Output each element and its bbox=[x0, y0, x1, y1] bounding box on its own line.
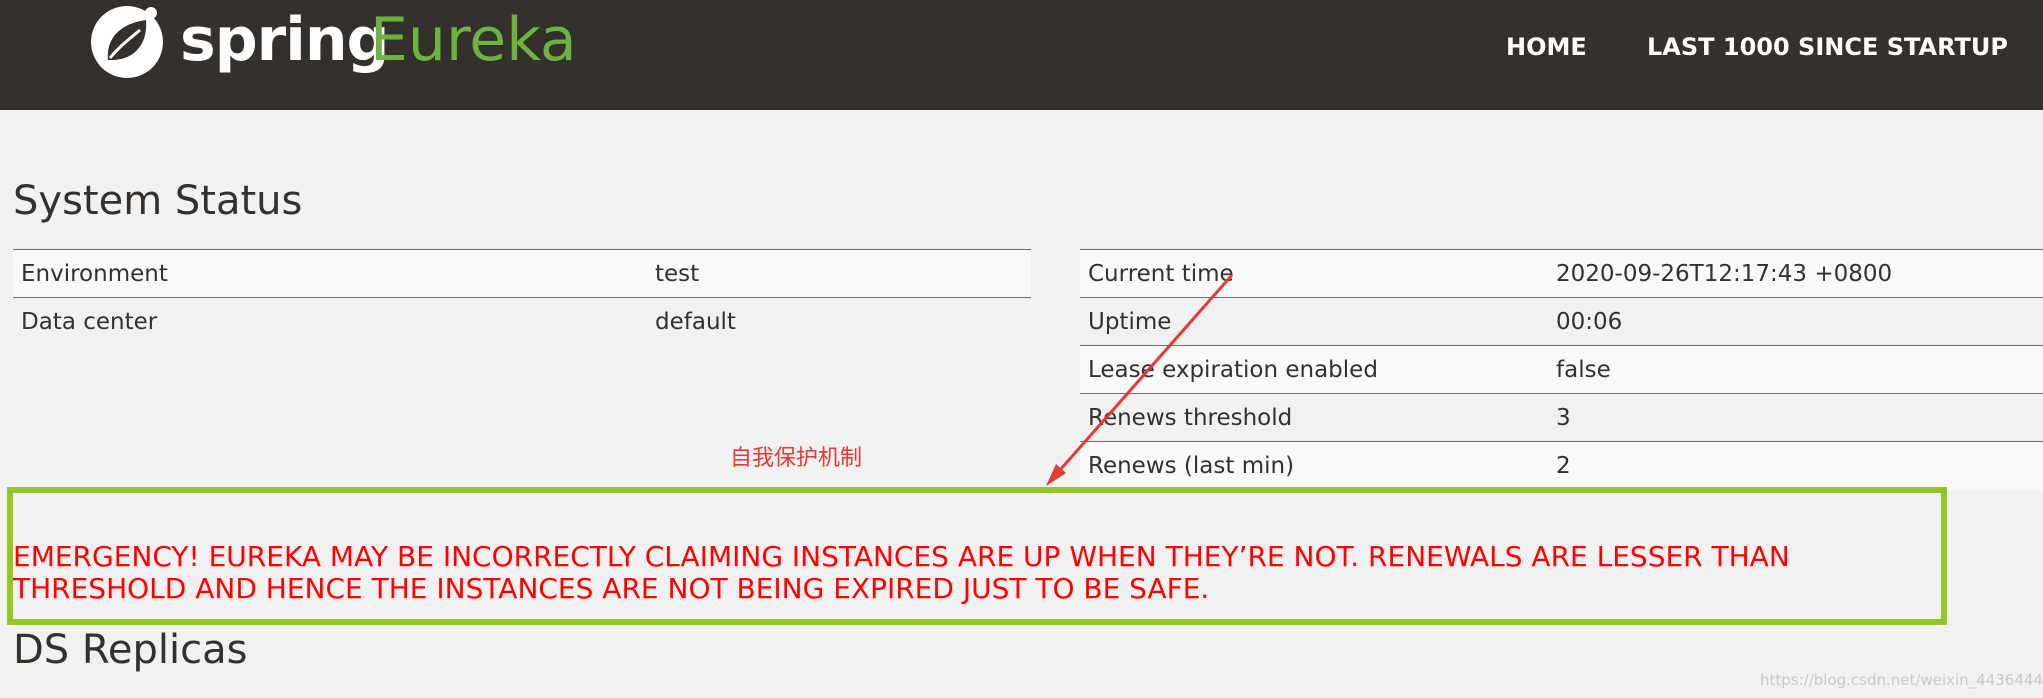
row-key: Uptime bbox=[1080, 297, 1548, 346]
spring-leaf-logo-icon[interactable] bbox=[88, 2, 166, 80]
brand-eureka-text[interactable]: Eureka bbox=[370, 2, 577, 78]
row-value: 00:06 bbox=[1548, 297, 2043, 346]
table-row: Renews threshold 3 bbox=[1080, 393, 2043, 442]
row-value: default bbox=[647, 297, 1031, 346]
table-row: Uptime 00:06 bbox=[1080, 297, 2043, 346]
row-key: Renews threshold bbox=[1080, 393, 1548, 442]
nav-last-1000-link[interactable]: LAST 1000 SINCE STARTUP bbox=[1647, 32, 2008, 62]
row-key: Lease expiration enabled bbox=[1080, 345, 1548, 394]
table-row: Renews (last min) 2 bbox=[1080, 441, 2043, 490]
navbar: spring Eureka HOME LAST 1000 SINCE START… bbox=[0, 0, 2043, 110]
row-value: false bbox=[1548, 345, 2043, 394]
row-key: Current time bbox=[1080, 249, 1548, 298]
row-value: test bbox=[647, 249, 1031, 298]
table-row: Lease expiration enabled false bbox=[1080, 345, 2043, 394]
runtime-status-table: Current time 2020-09-26T12:17:43 +0800 U… bbox=[1080, 249, 2043, 490]
row-key: Data center bbox=[13, 297, 647, 346]
table-row: Current time 2020-09-26T12:17:43 +0800 bbox=[1080, 249, 2043, 298]
table-row: Data center default bbox=[13, 297, 1031, 346]
environment-table: Environment test Data center default bbox=[13, 249, 1031, 346]
watermark: https://blog.csdn.net/weixin_44364444 bbox=[1760, 671, 2043, 689]
ds-replicas-title: DS Replicas bbox=[13, 627, 248, 673]
row-value: 3 bbox=[1548, 393, 2043, 442]
row-value: 2020-09-26T12:17:43 +0800 bbox=[1548, 249, 2043, 298]
brand-spring-text[interactable]: spring bbox=[180, 2, 389, 78]
row-key: Renews (last min) bbox=[1080, 441, 1548, 490]
row-value: 2 bbox=[1548, 441, 2043, 490]
system-status-title: System Status bbox=[13, 178, 303, 224]
nav-home-link[interactable]: HOME bbox=[1506, 32, 1587, 62]
self-protection-annotation: 自我保护机制 bbox=[730, 446, 863, 471]
table-row: Environment test bbox=[13, 249, 1031, 298]
emergency-message: EMERGENCY! EUREKA MAY BE INCORRECTLY CLA… bbox=[13, 540, 1790, 605]
row-key: Environment bbox=[13, 249, 647, 298]
